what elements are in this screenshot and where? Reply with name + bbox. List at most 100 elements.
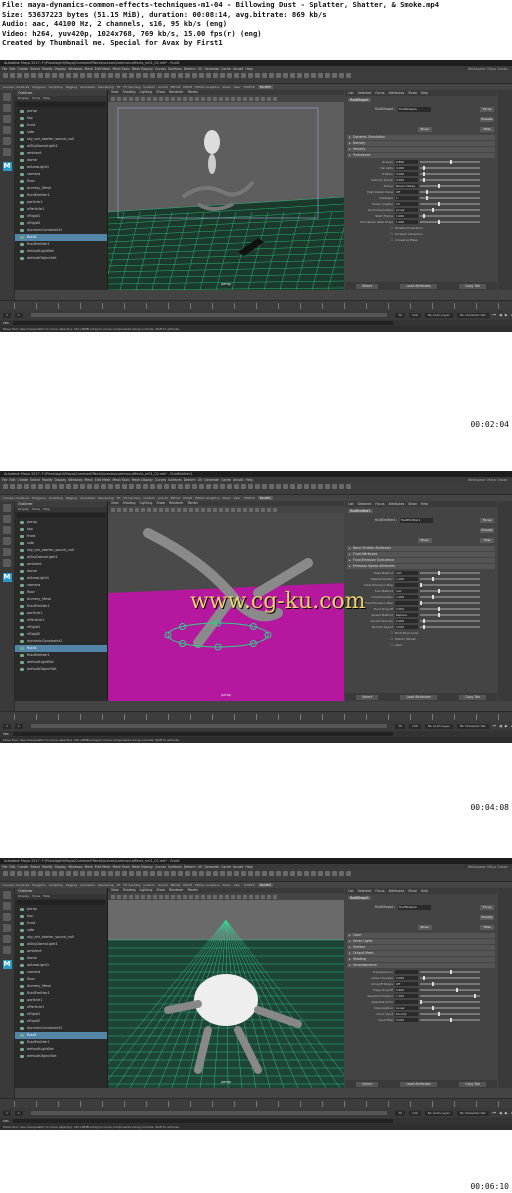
menu-item[interactable]: Arnold [233, 865, 243, 869]
attribute-value-field[interactable]: 1.000 [395, 994, 418, 998]
outliner-item[interactable]: dynamicConstraint1 [15, 227, 107, 234]
attr-section-header[interactable]: Surface [347, 945, 495, 950]
tool-icon[interactable] [52, 484, 57, 489]
outliner-item[interactable]: nRigid1 [15, 624, 107, 631]
attribute-slider[interactable] [420, 601, 480, 605]
checkbox-box[interactable]: ☐ [349, 643, 393, 647]
attribute-value-field[interactable]: Add [395, 589, 418, 593]
viewport-tool-icon[interactable] [201, 894, 205, 899]
hide-button[interactable]: Hide [480, 126, 494, 132]
viewport-tool-icon[interactable] [189, 894, 193, 899]
attribute-value-field[interactable] [395, 970, 418, 974]
node-tab[interactable]: fluidEmitter1 [348, 509, 373, 513]
focus-button[interactable]: Focus [480, 517, 494, 523]
tool-icon[interactable] [227, 871, 232, 876]
outliner-search-input[interactable] [17, 513, 105, 518]
attr-menu-item[interactable]: List [348, 888, 354, 894]
tool-icon[interactable] [3, 537, 11, 545]
tool-icon[interactable] [150, 484, 155, 489]
attribute-slider[interactable] [420, 1018, 480, 1022]
viewport-tool-icon[interactable] [255, 894, 259, 899]
tool-icon[interactable] [115, 871, 120, 876]
tool-icon[interactable] [283, 484, 288, 489]
tool-icon[interactable] [73, 871, 78, 876]
outliner-item[interactable]: aiAreaLight1 [15, 164, 107, 171]
tool-icon[interactable] [136, 871, 141, 876]
tool-icon[interactable] [143, 73, 148, 78]
shelf-tab[interactable]: MASH [183, 496, 192, 500]
anim-layer-select[interactable]: No Anim Layer [424, 723, 453, 729]
hide-button[interactable]: Hide [480, 537, 494, 543]
attribute-slider[interactable] [420, 160, 480, 164]
tool-icon[interactable] [38, 871, 43, 876]
attr-footer-button[interactable]: Load Attributes [400, 1081, 437, 1087]
tool-icon[interactable] [311, 73, 316, 78]
node-name-input[interactable]: fluidEmitter1 [399, 517, 433, 523]
tool-icon[interactable] [24, 484, 29, 489]
tool-icon[interactable] [171, 484, 176, 489]
shelf-tab[interactable]: Curves / Surfaces [3, 496, 29, 500]
presets-button[interactable]: Presets [480, 914, 494, 920]
viewport-menu-item[interactable]: Shading [123, 888, 136, 893]
attribute-slider[interactable] [420, 982, 480, 986]
viewport-menu-item[interactable]: Renderer [169, 90, 184, 95]
viewport-tool-icon[interactable] [177, 96, 181, 101]
outliner-search-input[interactable] [17, 900, 105, 905]
outliner-item[interactable]: ambient [15, 150, 107, 157]
viewport-tool-icon[interactable] [225, 96, 229, 101]
menu-item[interactable]: Curves [155, 67, 166, 71]
attribute-value-field[interactable]: Linear [395, 1006, 418, 1010]
viewport-tool-icon[interactable] [141, 894, 145, 899]
outliner-item[interactable]: aiSkyDomeLight1 [15, 143, 107, 150]
menu-item[interactable]: Select [30, 865, 40, 869]
presets-button[interactable]: Presets [480, 527, 494, 533]
menu-item[interactable]: Curves [155, 865, 166, 869]
shelf-tab[interactable]: Sculpting [49, 883, 63, 887]
attribute-value-field[interactable]: Linear [395, 208, 418, 212]
outliner-item[interactable]: camera [15, 171, 107, 178]
tool-icon[interactable] [283, 871, 288, 876]
tool-icon[interactable] [178, 73, 183, 78]
menu-item[interactable]: Help [245, 865, 252, 869]
tool-icon[interactable] [157, 484, 162, 489]
attr-footer-button[interactable]: Copy Tab [459, 1081, 486, 1087]
viewport-tool-icon[interactable] [123, 96, 127, 101]
menu-item[interactable]: Mesh Tools [113, 67, 130, 71]
tool-icon[interactable] [248, 73, 253, 78]
attr-footer-button[interactable]: Copy Tab [459, 694, 486, 700]
attribute-slider[interactable] [420, 577, 480, 581]
shelf-tab[interactable]: MASH [183, 85, 192, 89]
tool-icon[interactable] [38, 73, 43, 78]
shelf-tab[interactable]: User [234, 85, 241, 89]
tool-icon[interactable] [220, 73, 225, 78]
viewport-tool-icon[interactable] [231, 894, 235, 899]
viewport-menu-item[interactable]: View [111, 501, 119, 506]
tool-icon[interactable] [143, 871, 148, 876]
range-start-field[interactable]: 1 [14, 723, 23, 729]
shelf-tab[interactable]: Custom [143, 883, 155, 887]
viewport-tool-icon[interactable] [213, 96, 217, 101]
checkbox-box[interactable]: ☐ [349, 238, 393, 242]
outliner-item[interactable]: side [15, 540, 107, 547]
menu-item[interactable]: Surfaces [168, 478, 182, 482]
viewport-tool-icon[interactable] [159, 507, 163, 512]
viewport-tool-icon[interactable] [123, 894, 127, 899]
shelf-tab-active[interactable]: FluidFX [257, 84, 273, 89]
outliner-item[interactable]: nParticle1 [15, 617, 107, 624]
attribute-value-field[interactable]: Navier-Stokes [395, 184, 418, 188]
shelf-tab[interactable]: Animation [80, 85, 95, 89]
attr-section-header[interactable]: Color [347, 933, 495, 938]
outliner-item[interactable]: dummy_Mesh [15, 983, 107, 990]
tool-icon[interactable] [66, 484, 71, 489]
outliner-item[interactable]: side [15, 129, 107, 136]
tool-icon[interactable] [262, 871, 267, 876]
viewport-tool-icon[interactable] [249, 507, 253, 512]
mel-input[interactable] [13, 732, 394, 736]
viewport-tool-icon[interactable] [237, 894, 241, 899]
outliner-item[interactable]: aiAreaLight1 [15, 962, 107, 969]
tool-icon[interactable] [164, 484, 169, 489]
attribute-slider[interactable] [420, 607, 480, 611]
tool-icon[interactable] [87, 871, 92, 876]
tool-icon[interactable] [199, 871, 204, 876]
tool-icon[interactable] [17, 73, 22, 78]
